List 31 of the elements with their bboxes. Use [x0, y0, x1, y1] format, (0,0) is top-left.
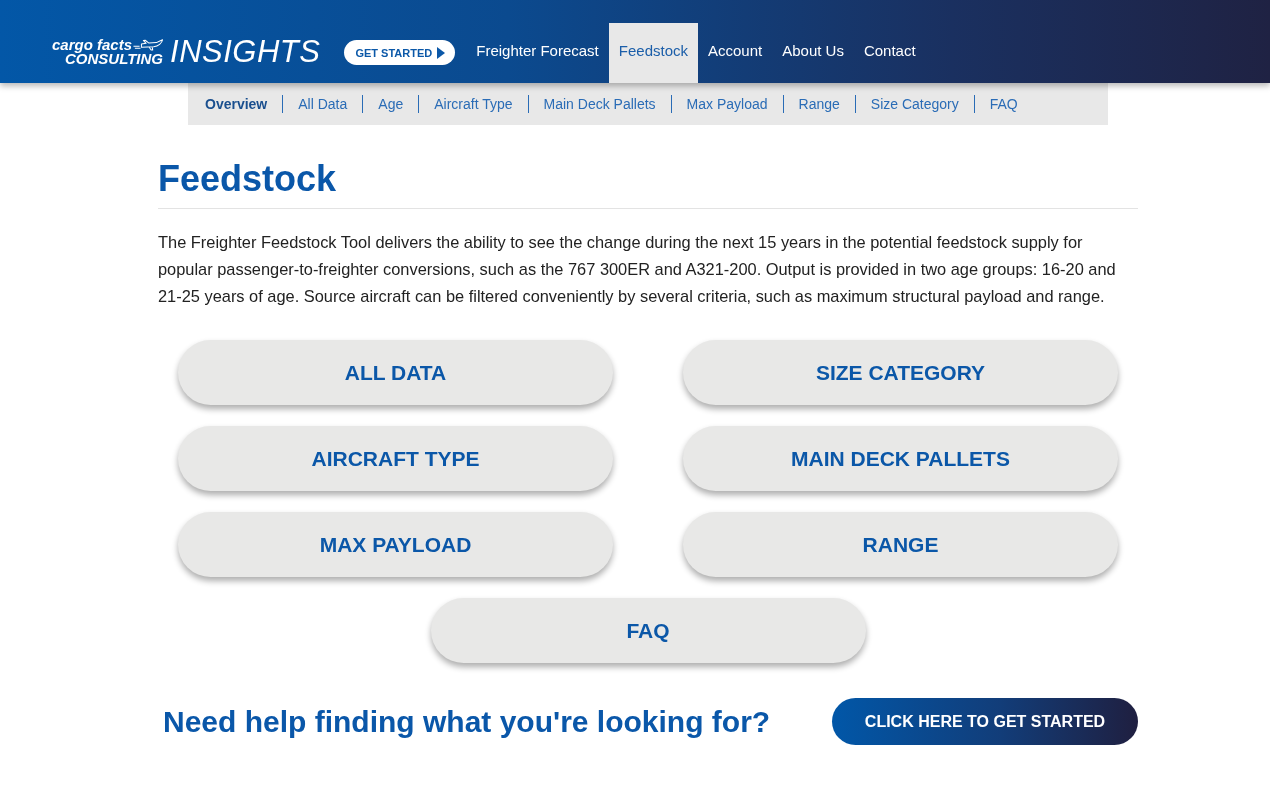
page-title: Feedstock	[158, 157, 338, 201]
airplane-icon	[133, 37, 164, 51]
logo-wordmark: INSIGHTS	[170, 37, 321, 66]
get-started-button[interactable]: CLICK HERE TO GET STARTED	[832, 698, 1138, 745]
category-button[interactable]: SIZE CATEGORY	[683, 340, 1118, 405]
nav-link[interactable]: Feedstock	[608, 23, 698, 83]
subnav-link[interactable]: FAQ	[973, 95, 1033, 113]
intro-paragraph: The Freighter Feedstock Tool delivers the ability to see the change during the next 15 years in the potential feedstock supply for popular passenger-to-freighter conversions, such as the 767 300ER and A321-200. Output is provided in two age groups: 16-20 and 21-25 years of age. Source aircraft can be filtered conveniently by several criteria, such as maximum structural payload and range.	[158, 232, 1117, 307]
category-button[interactable]: FAQ	[430, 598, 866, 663]
category-button[interactable]: ALL DATA	[178, 340, 613, 405]
logo-text: CONSULTING	[65, 52, 164, 66]
subnav-link[interactable]: Main Deck Pallets	[527, 95, 671, 113]
subnav-link[interactable]: Age	[362, 95, 419, 113]
subnav-link[interactable]: Overview	[190, 95, 283, 113]
help-question: Need help finding what you're looking for?	[163, 704, 771, 739]
subnav-link[interactable]: Max Payload	[670, 95, 783, 113]
get-started-button[interactable]: GET STARTED	[344, 40, 456, 65]
subnav-link[interactable]: Aircraft Type	[418, 95, 528, 113]
category-button[interactable]: AIRCRAFT TYPE	[178, 426, 613, 491]
category-button[interactable]: MAIN DECK PALLETS	[683, 426, 1118, 491]
caret-right-icon	[437, 46, 446, 59]
nav-link[interactable]: About Us	[772, 23, 854, 83]
subnav-link[interactable]: All Data	[282, 95, 363, 113]
subnav-link[interactable]: Size Category	[854, 95, 974, 113]
nav-link[interactable]: Contact	[853, 23, 926, 83]
nav-link[interactable]: Freighter Forecast	[466, 23, 609, 83]
category-button[interactable]: MAX PAYLOAD	[178, 512, 613, 577]
logo-text: cargo facts	[52, 37, 133, 52]
subnav-link[interactable]: Range	[782, 95, 855, 113]
category-button[interactable]: RANGE	[683, 512, 1118, 577]
nav-link[interactable]: Account	[698, 23, 773, 83]
